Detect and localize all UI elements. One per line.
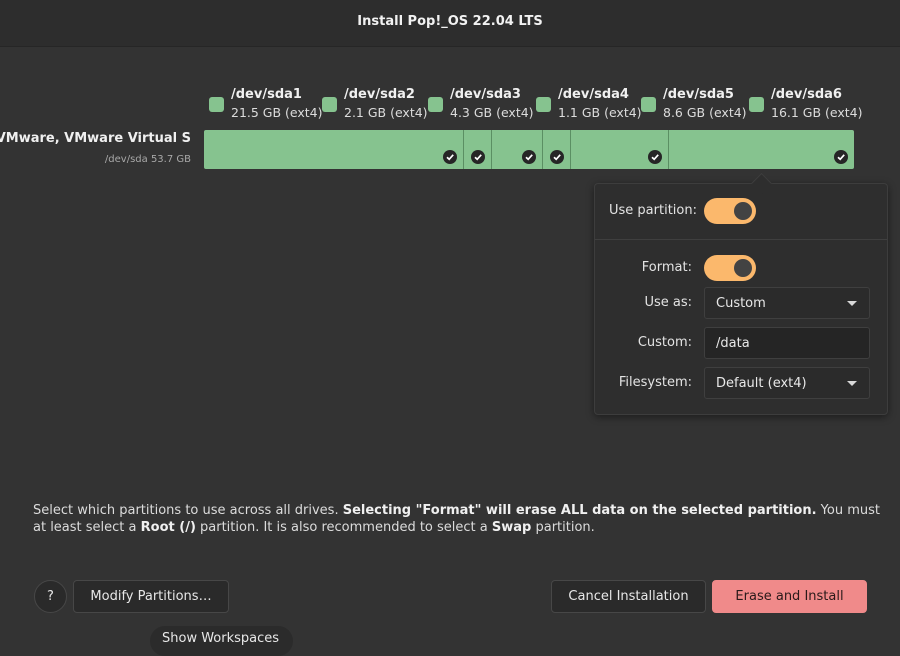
legend-size: 1.1 GB (ext4) (558, 105, 642, 120)
legend-name: /dev/sda2 (344, 87, 415, 102)
chevron-down-icon (847, 381, 857, 386)
checkmark-icon (443, 150, 457, 164)
custom-mount-input[interactable]: /data (704, 327, 870, 359)
partition-bar (204, 130, 854, 169)
custom-label: Custom: (637, 335, 692, 350)
cancel-installation-button[interactable]: Cancel Installation (551, 580, 706, 613)
title-bar: Install Pop!_OS 22.04 LTS (0, 0, 900, 47)
toggle-knob (734, 259, 752, 277)
partition-segment-sda4[interactable] (543, 130, 571, 169)
filesystem-dropdown[interactable]: Default (ext4) (704, 367, 870, 399)
toggle-knob (734, 202, 752, 220)
window-title: Install Pop!_OS 22.04 LTS (357, 14, 543, 29)
popover-divider (595, 239, 887, 240)
partition-segment-sda6[interactable] (669, 130, 854, 169)
partition-segment-sda3[interactable] (492, 130, 543, 169)
use-as-dropdown[interactable]: Custom (704, 287, 870, 319)
custom-mount-value: /data (716, 336, 750, 351)
use-partition-toggle[interactable] (704, 198, 756, 224)
checkmark-icon (834, 150, 848, 164)
use-as-value: Custom (716, 296, 766, 311)
partition-segment-sda2[interactable] (464, 130, 492, 169)
format-label: Format: (641, 260, 692, 275)
help-button[interactable]: ? (34, 580, 67, 613)
help-text: Select which partitions to use across al… (33, 503, 343, 518)
partition-swatch (322, 97, 337, 112)
show-workspaces-button[interactable]: Show Workspaces (150, 626, 293, 656)
help-text: partition. (531, 520, 595, 535)
checkmark-icon (648, 150, 662, 164)
legend-name: /dev/sda6 (771, 87, 842, 102)
partition-swatch (536, 97, 551, 112)
legend-name: /dev/sda4 (558, 87, 629, 102)
legend-size: 8.6 GB (ext4) (663, 105, 747, 120)
legend-size: 4.3 GB (ext4) (450, 105, 534, 120)
partition-swatch (749, 97, 764, 112)
use-partition-label: Use partition: (609, 203, 697, 218)
filesystem-value: Default (ext4) (716, 376, 807, 391)
checkmark-icon (522, 150, 536, 164)
format-toggle[interactable] (704, 255, 756, 281)
partition-swatch (209, 97, 224, 112)
partition-segment-sda5[interactable] (571, 130, 669, 169)
help-text-bold: Swap (491, 520, 532, 535)
legend-size: 21.5 GB (ext4) (231, 105, 323, 120)
legend-name: /dev/sda1 (231, 87, 302, 102)
erase-and-install-button[interactable]: Erase and Install (712, 580, 867, 613)
help-text-bold: Selecting "Format" will erase ALL data o… (342, 503, 817, 518)
partition-swatch (641, 97, 656, 112)
legend-size: 16.1 GB (ext4) (771, 105, 863, 120)
legend-name: /dev/sda5 (663, 87, 734, 102)
modify-partitions-button[interactable]: Modify Partitions… (73, 580, 229, 613)
partition-segment-sda1[interactable] (204, 130, 464, 169)
partition-swatch (428, 97, 443, 112)
instructions-text: Select which partitions to use across al… (33, 502, 881, 536)
show-workspaces-label: Show Workspaces (162, 631, 280, 646)
chevron-down-icon (847, 301, 857, 306)
partition-options-popover: Use partition: Format: Use as: Custom Cu… (594, 172, 888, 415)
drive-subtitle: /dev/sda 53.7 GB (104, 154, 191, 165)
checkmark-icon (550, 150, 564, 164)
legend-name: /dev/sda3 (450, 87, 521, 102)
legend-size: 2.1 GB (ext4) (344, 105, 428, 120)
checkmark-icon (471, 150, 485, 164)
filesystem-label: Filesystem: (618, 375, 692, 390)
drive-name: VMware, VMware Virtual S (0, 131, 191, 146)
use-as-label: Use as: (644, 295, 692, 310)
help-text: partition. It is also recommended to sel… (195, 520, 492, 535)
popover-arrow (750, 172, 773, 195)
help-text-bold: Root (/) (140, 520, 196, 535)
